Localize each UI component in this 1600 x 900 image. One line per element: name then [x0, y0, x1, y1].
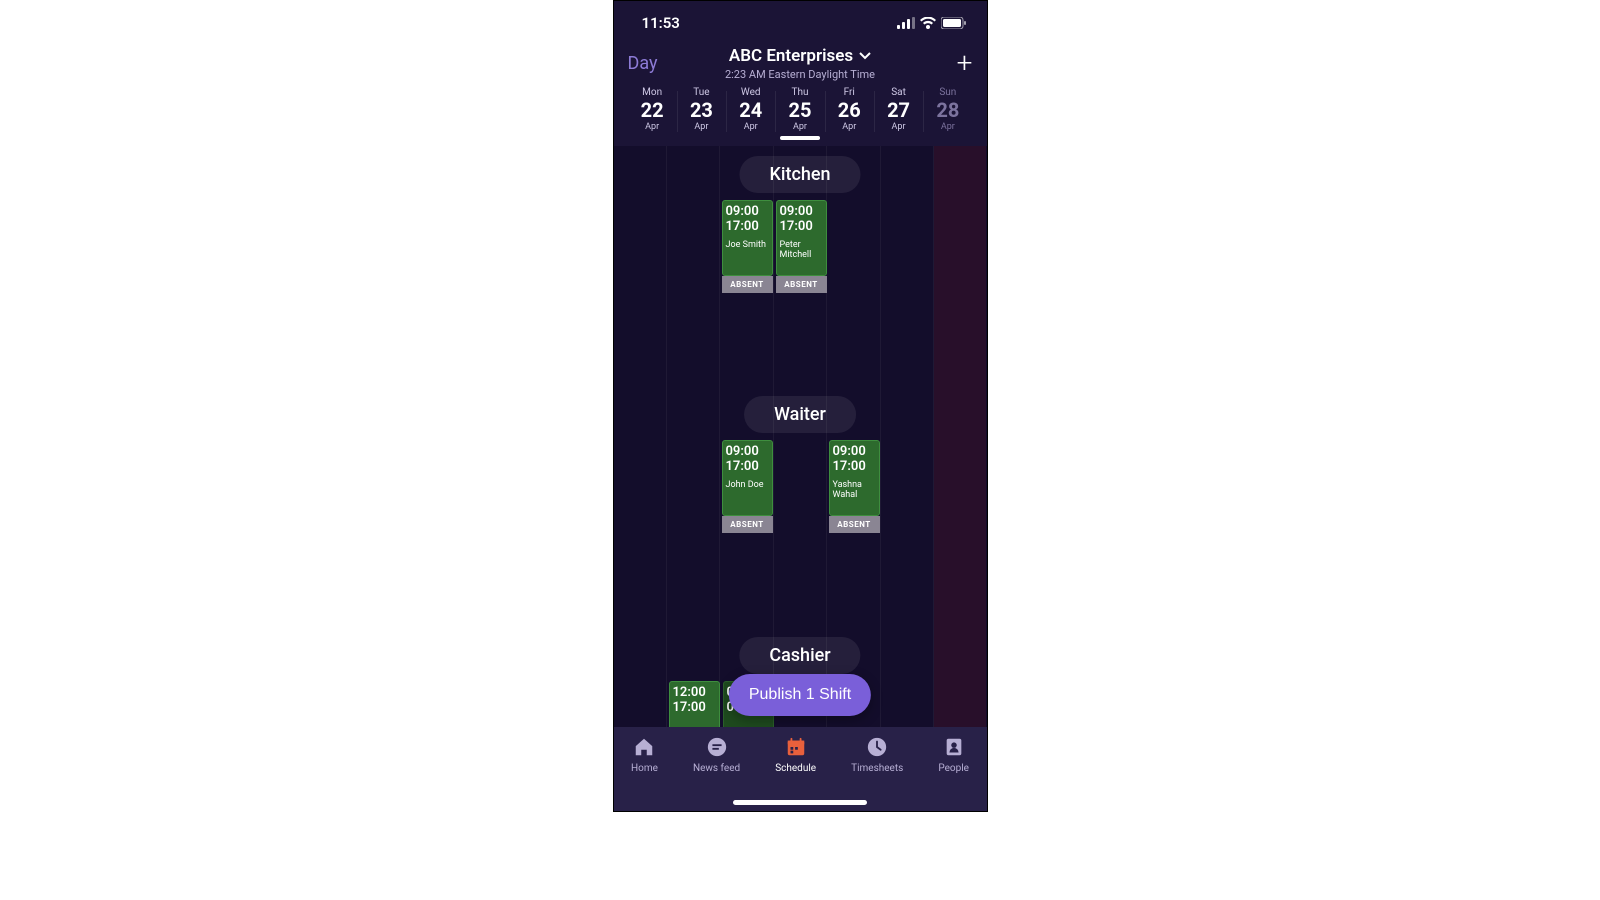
news-icon	[705, 735, 729, 759]
shift-card-waiter-wed[interactable]: 09:00 17:00 John Doe	[722, 440, 773, 516]
shift-start: 09:00	[726, 205, 769, 220]
view-selector[interactable]: Day	[628, 53, 658, 74]
phone-screen: 11:53 Day ABC Enterprises 2:23 AM Easter…	[613, 0, 988, 812]
absent-badge: ABSENT	[776, 276, 827, 293]
tab-bar: Home News feed Schedule Timesheets Peopl…	[614, 727, 987, 811]
schedule-area[interactable]: Kitchen 09:00 17:00 Joe Smith ABSENT 09:…	[614, 146, 987, 734]
shift-start: 09:00	[833, 445, 876, 460]
day-thu[interactable]: Thu25Apr	[775, 87, 824, 140]
people-icon	[942, 735, 966, 759]
day-tue[interactable]: Tue23Apr	[677, 87, 726, 140]
absent-badge: ABSENT	[722, 276, 773, 293]
day-wed[interactable]: Wed24Apr	[726, 87, 775, 140]
shift-employee: Yashna Wahal	[833, 481, 876, 501]
publish-button[interactable]: Publish 1 Shift	[729, 674, 871, 716]
status-bar: 11:53	[614, 1, 987, 45]
status-indicators	[897, 17, 967, 29]
shift-end: 17:00	[673, 701, 716, 716]
shift-card-waiter-fri[interactable]: 09:00 17:00 Yashna Wahal	[829, 440, 880, 516]
tab-label: Schedule	[775, 763, 816, 774]
add-button[interactable]: +	[957, 49, 973, 77]
header: Day ABC Enterprises 2:23 AM Eastern Dayl…	[614, 45, 987, 146]
section-kitchen[interactable]: Kitchen	[739, 156, 860, 193]
section-waiter[interactable]: Waiter	[744, 396, 856, 433]
absent-badge: ABSENT	[722, 516, 773, 533]
cellular-icon	[897, 17, 915, 29]
day-sat[interactable]: Sat27Apr	[874, 87, 923, 140]
calendar-icon	[784, 735, 808, 759]
chevron-down-icon	[859, 52, 871, 60]
shift-end: 17:00	[833, 460, 876, 475]
tab-home[interactable]: Home	[631, 735, 658, 811]
shift-start: 09:00	[726, 445, 769, 460]
status-time: 11:53	[642, 14, 680, 32]
absent-badge: ABSENT	[829, 516, 880, 533]
day-sun[interactable]: Sun28Apr	[923, 87, 972, 140]
section-cashier[interactable]: Cashier	[739, 637, 860, 674]
day-mon[interactable]: Mon22Apr	[628, 87, 677, 140]
timezone-label: 2:23 AM Eastern Daylight Time	[725, 68, 875, 81]
home-indicator	[733, 800, 867, 805]
shift-employee: Peter Mitchell	[780, 241, 823, 261]
wifi-icon	[920, 17, 936, 29]
shift-end: 17:00	[780, 220, 823, 235]
day-fri[interactable]: Fri26Apr	[825, 87, 874, 140]
shift-start: 12:00	[673, 686, 716, 701]
shift-end: 17:00	[726, 460, 769, 475]
tab-label: Home	[631, 763, 658, 774]
tab-people[interactable]: People	[938, 735, 969, 811]
shift-employee: Joe Smith	[726, 241, 769, 251]
shift-start: 09:00	[780, 205, 823, 220]
day-strip: Mon22Apr Tue23Apr Wed24Apr Thu25Apr Fri2…	[628, 81, 973, 140]
battery-icon	[941, 17, 967, 29]
company-selector[interactable]: ABC Enterprises	[729, 46, 871, 66]
tab-label: People	[938, 763, 969, 774]
home-icon	[632, 735, 656, 759]
company-name: ABC Enterprises	[729, 46, 853, 66]
tab-label: Timesheets	[851, 763, 903, 774]
today-indicator	[780, 136, 820, 140]
shift-card-kitchen-thu[interactable]: 09:00 17:00 Peter Mitchell	[776, 200, 827, 276]
shift-card-kitchen-wed[interactable]: 09:00 17:00 Joe Smith	[722, 200, 773, 276]
shift-end: 17:00	[726, 220, 769, 235]
shift-employee: John Doe	[726, 481, 769, 491]
tab-label: News feed	[693, 763, 740, 774]
clock-icon	[865, 735, 889, 759]
